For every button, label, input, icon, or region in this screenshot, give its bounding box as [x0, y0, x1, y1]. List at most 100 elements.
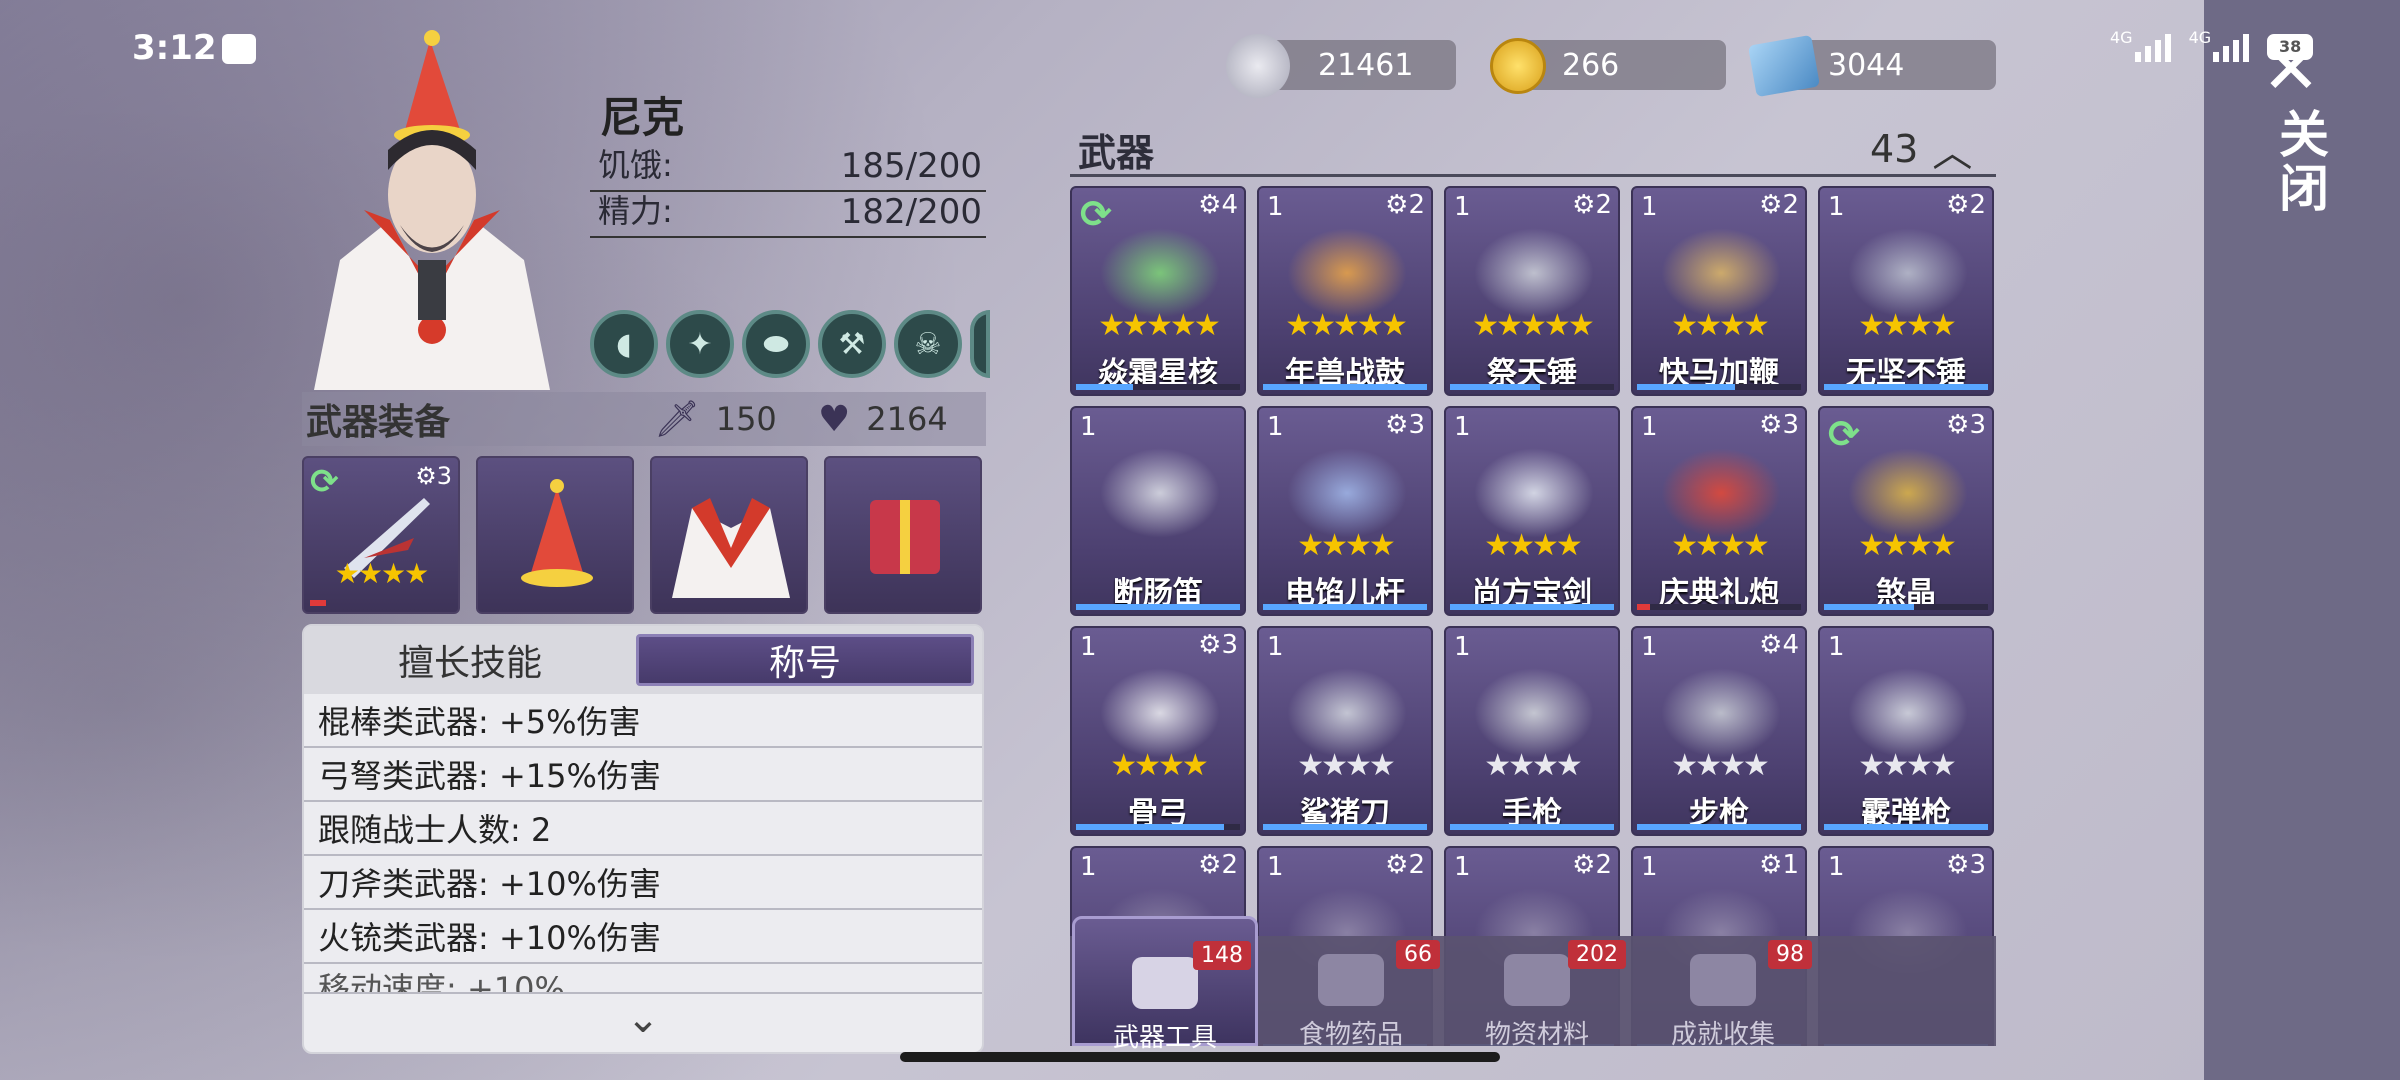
item-count: 1: [1641, 632, 1658, 662]
equip-slot-coat[interactable]: [650, 456, 808, 614]
axe-icon[interactable]: ⚒: [818, 310, 886, 378]
status-effects: ◖ ✦ ⬬ ⚒ ☠: [590, 310, 990, 378]
ticket-icon: [1747, 34, 1821, 98]
weapon-card[interactable]: 1 ★★★★ 手枪: [1444, 626, 1620, 836]
weapon-card[interactable]: ⟳ ⚙3 ★★★★ 煞晶: [1818, 406, 1994, 616]
durability-bar: [1450, 384, 1614, 390]
tab-titles[interactable]: 称号: [636, 634, 974, 686]
character-name: 尼克: [600, 93, 685, 142]
chevron-down-icon[interactable]: ⌄: [304, 996, 982, 1042]
durability-fill: [1637, 604, 1651, 610]
tab-label: 成就收集: [1670, 1020, 1775, 1050]
weapon-art: [1287, 448, 1407, 538]
durability-bar: [1263, 824, 1427, 830]
signal-icon: [2134, 28, 2171, 62]
item-count: 1: [1454, 192, 1471, 222]
durability-fill: [1450, 384, 1541, 390]
weapon-card[interactable]: 1 ⚙2 ★★★★ 无坚不锤: [1818, 186, 1994, 396]
divider: [1070, 174, 1996, 177]
gear-icon: ⚙: [1385, 410, 1409, 440]
gear-icon: ⚙: [1198, 630, 1222, 660]
star-rating: ★★★★: [1110, 748, 1209, 783]
weapon-card[interactable]: 1 ⚙3 ★★★★ 电馅儿杆: [1257, 406, 1433, 616]
weapon-card[interactable]: 1 ⚙3 ★★★★ 庆典礼炮: [1631, 406, 1807, 616]
skills-panel: 擅长技能 称号 棍棒类武器: +5%伤害 弓弩类武器: +15%伤害 跟随战士人…: [302, 624, 984, 1054]
gear-icon: ⚙: [1385, 850, 1409, 880]
gear-icon: ⚙: [1572, 850, 1596, 880]
tab-food-medicine[interactable]: 食物药品 66: [1258, 936, 1444, 1050]
stomach-icon[interactable]: ◖: [590, 310, 658, 378]
tab-materials[interactable]: 物资材料 202: [1444, 936, 1630, 1050]
weapon-card[interactable]: 1 ⚙4 ★★★★ 步枪: [1631, 626, 1807, 836]
gear-value: 2: [1408, 190, 1425, 220]
weapon-card[interactable]: 1 ⚙2 ★★★★ 快马加鞭: [1631, 186, 1807, 396]
durability-fill: [1076, 604, 1240, 610]
tab-label: 物资材料: [1484, 1020, 1589, 1050]
star-rating: ★★★★: [1484, 748, 1583, 783]
gear-icon: ⚙: [1385, 190, 1409, 220]
attack-stat: 🗡 150: [654, 398, 777, 440]
silver-value: 21461: [1318, 47, 1414, 83]
tab-skills[interactable]: 擅长技能: [304, 626, 636, 694]
weapon-card[interactable]: 1 ⚙2 ★★★★★ 祭天锤: [1444, 186, 1620, 396]
equipment-header: 武器装备 🗡 150 ♥ 2164: [302, 392, 986, 446]
weapon-card[interactable]: 1 断肠笛: [1070, 406, 1246, 616]
weapon-card[interactable]: 1 ⚙2 ★★★★★ 年兽战鼓: [1257, 186, 1433, 396]
weapon-card[interactable]: 1 ★★★★ 尚方宝剑: [1444, 406, 1620, 616]
star-rating: ★★★★: [1297, 528, 1396, 563]
home-indicator[interactable]: [900, 1052, 1500, 1062]
coat-icon: [672, 498, 790, 598]
star-rating: ★★★★★: [1472, 308, 1594, 343]
weapon-art: [1474, 228, 1594, 318]
star-rating: ★★★★: [1858, 528, 1957, 563]
sparkle-skull-icon[interactable]: ✦: [666, 310, 734, 378]
gear-level: ⚙3: [1946, 850, 1986, 880]
item-count: 1: [1454, 852, 1471, 882]
gear-value: 3: [1408, 410, 1425, 440]
weapon-card[interactable]: 1 ★★★★ 霰弹枪: [1818, 626, 1994, 836]
weapon-card[interactable]: 1 ⚙3 ★★★★ 骨弓: [1070, 626, 1246, 836]
durability-fill: [1824, 824, 1988, 830]
weapon-card[interactable]: ⟳ ⚙4 ★★★★★ 焱霜星核: [1070, 186, 1246, 396]
gear-level: ⚙2: [1572, 190, 1612, 220]
gear-value: 2: [1969, 190, 1986, 220]
tab-achievements[interactable]: 成就收集 98: [1630, 936, 1816, 1050]
equip-slot-weapon[interactable]: ⟳ ⚙3 ★★★★: [302, 456, 460, 614]
equip-slot-pants[interactable]: [824, 456, 982, 614]
weapon-art: [1661, 668, 1781, 758]
star-rating: ★★★★: [1858, 308, 1957, 343]
skill-row: 移动速度: +10%: [304, 964, 982, 994]
health-value: 2164: [866, 400, 948, 438]
item-count: 1: [1267, 412, 1284, 442]
close-button[interactable]: ✕ 关闭: [2246, 34, 2336, 224]
item-count: 1: [1267, 632, 1284, 662]
gear-value: 4: [1221, 190, 1238, 220]
gear-icon: ⚙: [1572, 190, 1596, 220]
durability-fill: [1450, 604, 1614, 610]
tab-weapons-tools[interactable]: 武器工具 148: [1072, 916, 1258, 1053]
energy-stat: 精力: 182/200: [590, 192, 986, 238]
skills-tabs: 擅长技能 称号: [304, 626, 982, 694]
item-count: 1: [1828, 192, 1845, 222]
star-rating: ★★★★: [1858, 748, 1957, 783]
skill-row: 刀斧类武器: +10%伤害: [304, 856, 982, 910]
gear-value: 2: [1782, 190, 1799, 220]
gear-level: ⚙3: [1946, 410, 1986, 440]
gear-value: 2: [1221, 850, 1238, 880]
weapons-count[interactable]: 43 ︿: [1870, 120, 1972, 178]
stone-icon[interactable]: ⬬: [742, 310, 810, 378]
gear-icon: ⚙: [1198, 190, 1222, 220]
weapon-art: [1287, 668, 1407, 758]
weapon-card[interactable]: 1 ★★★★ 鲨猪刀: [1257, 626, 1433, 836]
durability-fill: [1824, 604, 1915, 610]
weapon-art: [1848, 228, 1968, 318]
equip-slot-hat[interactable]: [476, 456, 634, 614]
gear-level: ⚙2: [1385, 190, 1425, 220]
gear-icon: ⚙: [1759, 410, 1783, 440]
gear-icon: ⚙: [1198, 850, 1222, 880]
muscle-skull-icon[interactable]: ☠: [894, 310, 962, 378]
weapon-tool-icon: [1132, 957, 1198, 1009]
durability-bar: [1637, 604, 1801, 610]
item-count: 1: [1267, 852, 1284, 882]
durability-bar: [1824, 604, 1988, 610]
